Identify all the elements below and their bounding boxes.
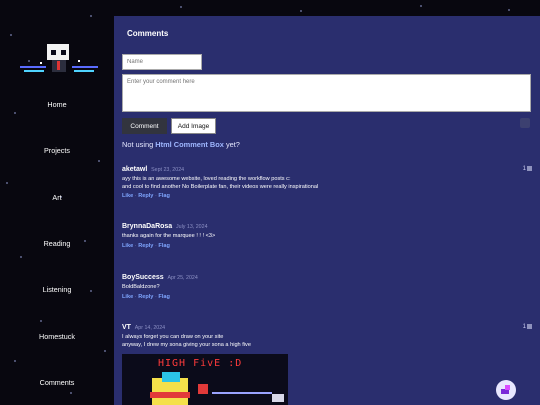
comment-username[interactable]: BrynnaDaRosa: [122, 223, 172, 230]
page-title: Comments: [127, 29, 169, 38]
reply-link[interactable]: Reply: [138, 193, 153, 199]
site-logo: [20, 44, 98, 72]
comment-drawing-image[interactable]: HIGH FivE :D: [122, 354, 288, 405]
comment-item: VT Apr 14, 2024 1 I always forget you ca…: [122, 324, 532, 349]
nav-reading[interactable]: Reading: [0, 239, 114, 248]
thumbs-up-icon: [527, 166, 532, 171]
comment-item: BoySuccess Apr 25, 2024 BoldBaldzone? Li…: [122, 274, 532, 300]
comment-text-line: ayy this is an awesome website, loved re…: [122, 176, 291, 182]
nav-listening[interactable]: Listening: [0, 285, 114, 294]
comment-button[interactable]: Comment: [122, 118, 167, 134]
comment-text-line: thanks again for the marquee ! ! ! <3>: [122, 233, 216, 239]
comments-panel: Comments Comment Add Image Not using Htm…: [114, 16, 540, 405]
add-image-button[interactable]: Add Image: [171, 118, 216, 134]
like-link[interactable]: Like: [122, 294, 133, 300]
flag-link[interactable]: Flag: [158, 193, 170, 199]
comment-username[interactable]: BoySuccess: [122, 274, 164, 281]
comment-username[interactable]: aketawl: [122, 166, 147, 173]
paint-brush-icon[interactable]: [496, 380, 516, 400]
comment-actions: Like · Reply · Flag: [122, 243, 532, 249]
nav-home[interactable]: Home: [0, 100, 114, 109]
comment-text-line: and cool to find another No Boilerplate …: [122, 183, 319, 190]
nav-art[interactable]: Art: [0, 193, 114, 202]
thumbs-up-icon: [527, 324, 532, 329]
comment-item: BrynnaDaRosa July 13, 2024 thanks again …: [122, 223, 532, 249]
html-comment-box-link[interactable]: Html Comment Box: [155, 140, 224, 149]
comment-item: aketawl Sept 23, 2024 1 ayy this is an a…: [122, 166, 532, 199]
like-count-value: 1: [522, 166, 526, 173]
like-count[interactable]: 1: [523, 166, 532, 172]
comment-text-line: BoldBaldzone?: [122, 284, 160, 290]
notice-prefix: Not using: [122, 140, 154, 149]
powered-by-notice: Not using Html Comment Box yet?: [122, 140, 240, 149]
reply-link[interactable]: Reply: [138, 294, 153, 300]
like-count-value: 1: [522, 324, 526, 331]
name-input[interactable]: [122, 54, 202, 70]
sidebar: Home Projects Art Reading Listening Home…: [0, 0, 114, 405]
comment-date: Apr 14, 2024: [134, 325, 166, 331]
nav-homestuck[interactable]: Homestuck: [0, 332, 114, 341]
like-link[interactable]: Like: [122, 193, 133, 199]
nav-comments[interactable]: Comments: [0, 378, 114, 387]
drawing-art: [150, 372, 284, 405]
flag-link[interactable]: Flag: [158, 243, 170, 249]
like-count[interactable]: 1: [523, 324, 532, 330]
settings-icon[interactable]: [520, 118, 530, 128]
comment-actions: Like · Reply · Flag: [122, 294, 532, 300]
comment-date: Apr 25, 2024: [167, 275, 198, 281]
reply-link[interactable]: Reply: [138, 243, 153, 249]
comment-textarea[interactable]: [122, 74, 531, 112]
comment-text-line: anyway, I drew my sona giving your sona …: [122, 341, 251, 348]
comment-actions: Like · Reply · Flag: [122, 193, 532, 199]
comment-username[interactable]: VT: [122, 324, 131, 331]
comment-text-line: I always forget you can draw on your sit…: [122, 334, 224, 340]
notice-suffix: yet?: [225, 140, 240, 149]
comment-date: July 13, 2024: [176, 224, 208, 230]
like-link[interactable]: Like: [122, 243, 133, 249]
comment-date: Sept 23, 2024: [151, 167, 185, 173]
nav-projects[interactable]: Projects: [0, 146, 114, 155]
flag-link[interactable]: Flag: [158, 294, 170, 300]
